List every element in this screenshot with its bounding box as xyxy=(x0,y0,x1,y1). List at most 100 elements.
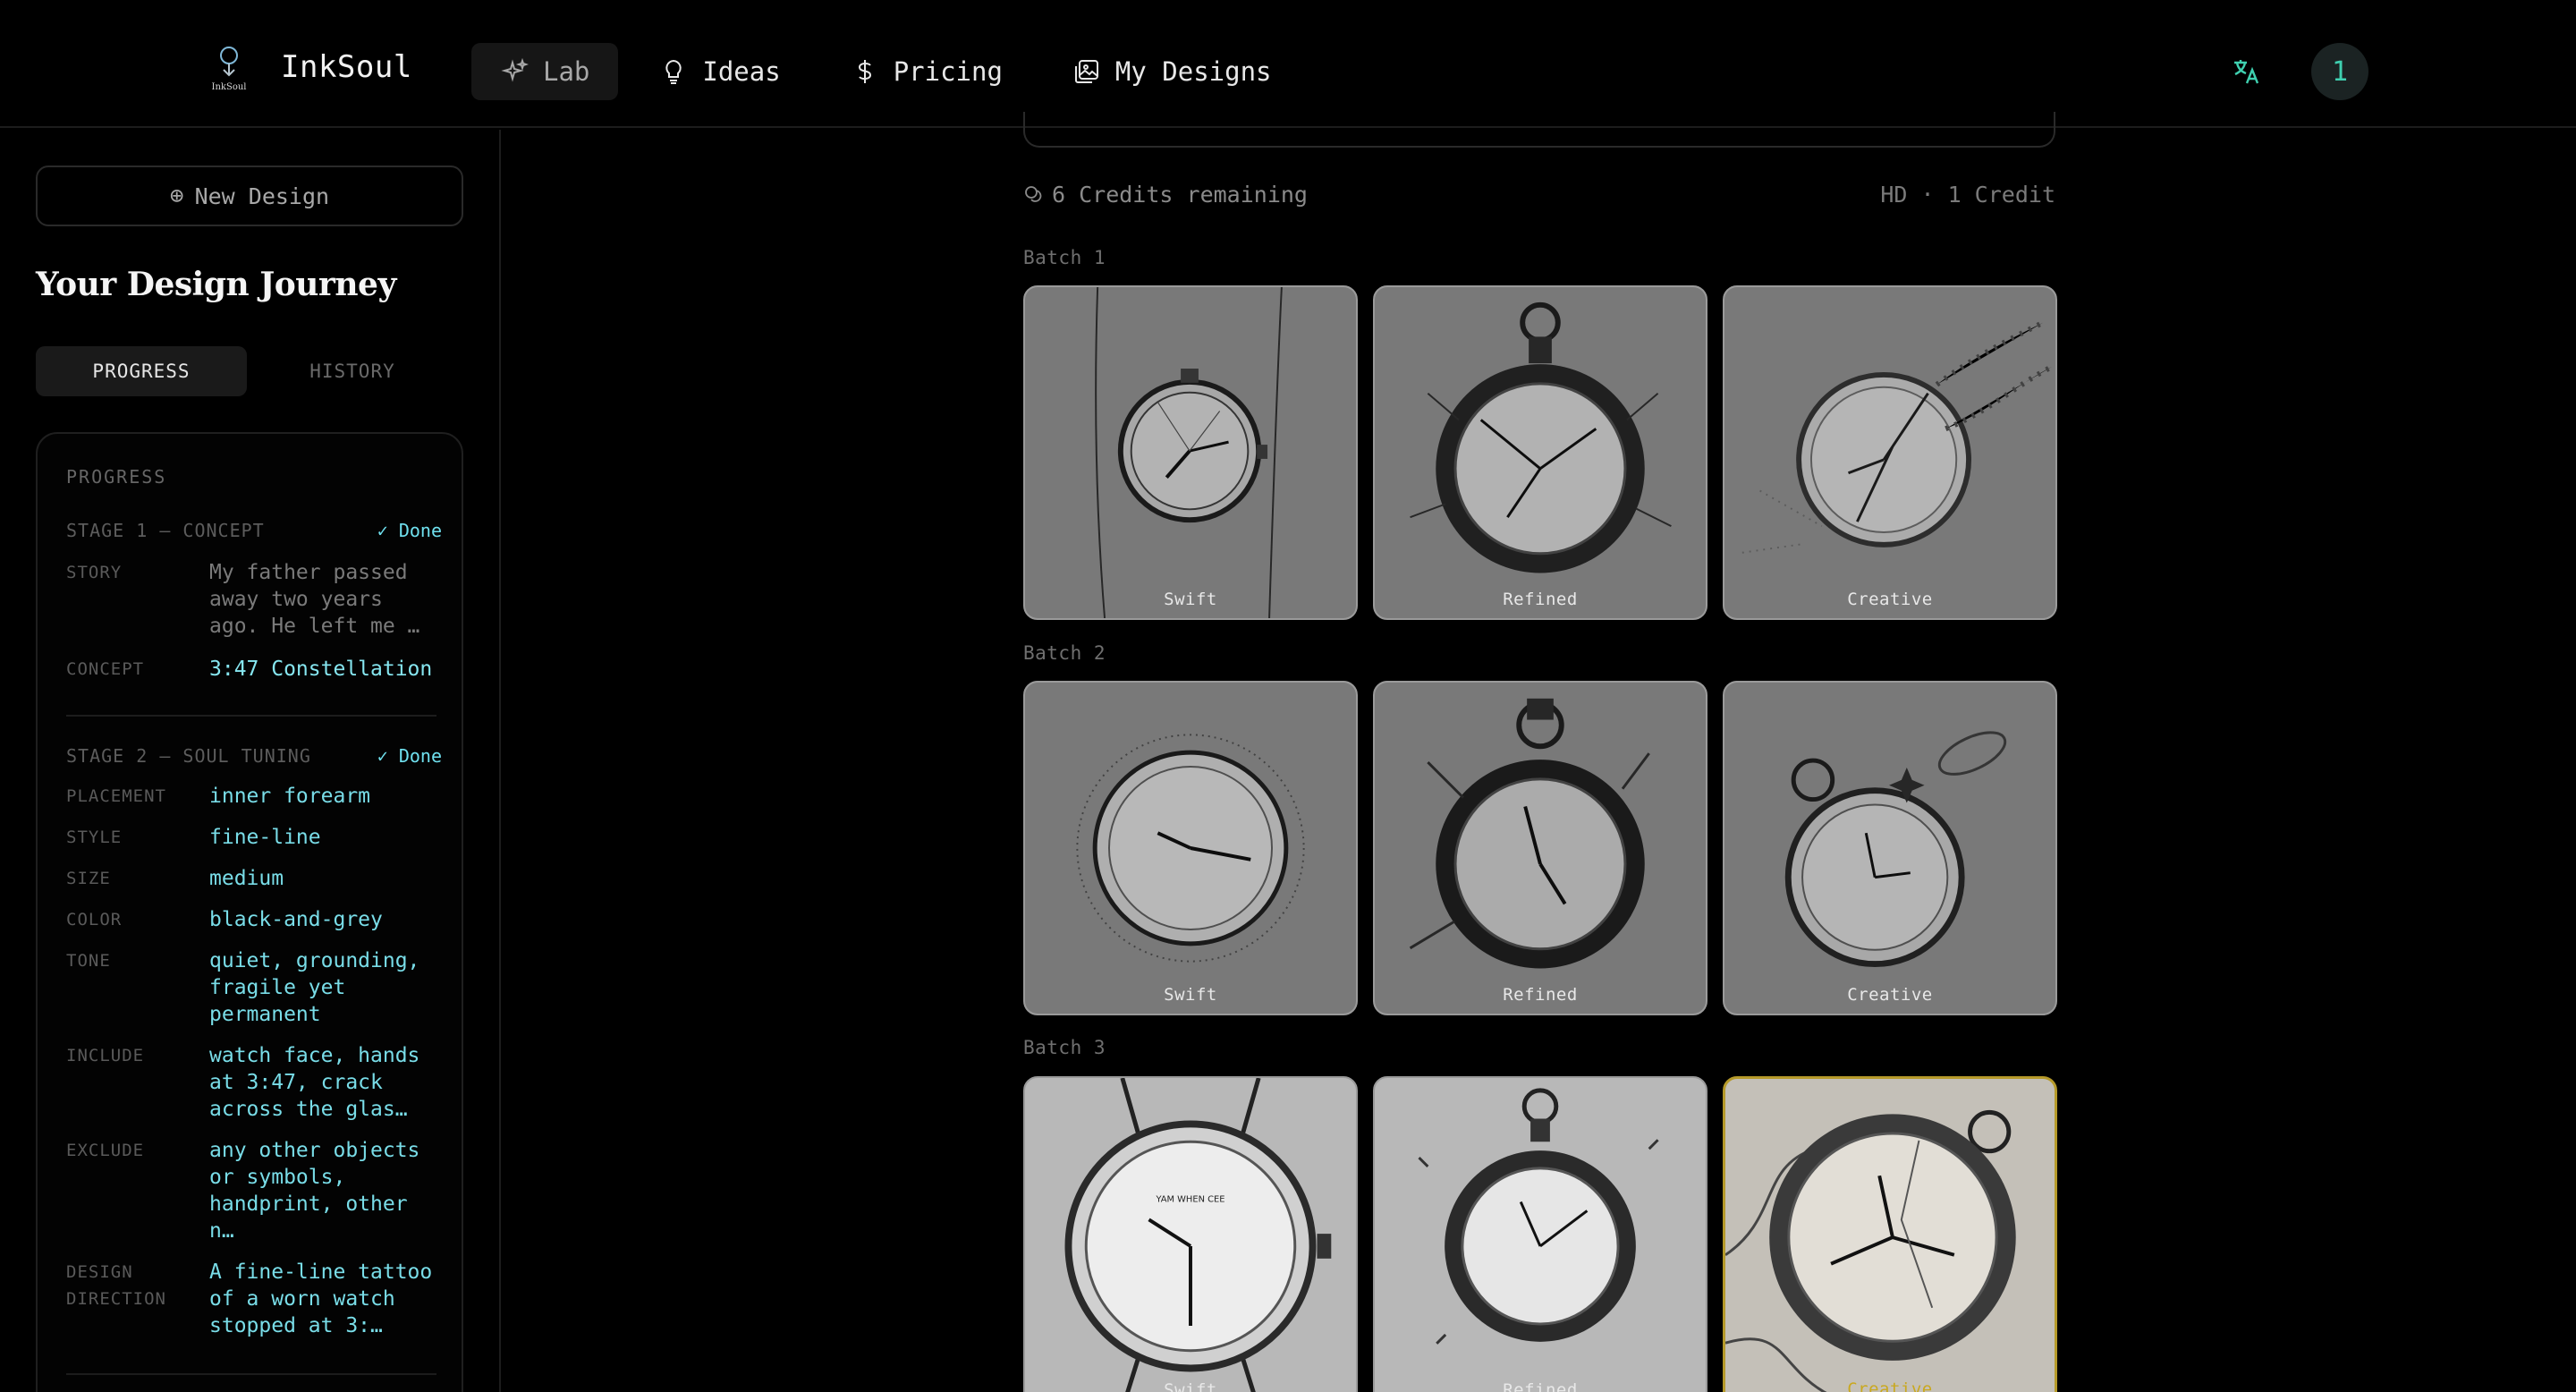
pocket-watch-art xyxy=(1418,1088,1659,1345)
batch-grid: YAM WHEN CEE Swift Refined Creative xyxy=(1023,1076,2057,1392)
field-key: DESIGN DIRECTION xyxy=(66,1262,166,1309)
wristwatch-art: YAM WHEN CEE xyxy=(1064,1078,1332,1392)
batch-label: Batch 1 xyxy=(1023,247,1106,268)
story-row: STORY My father passed away two years ag… xyxy=(66,559,442,640)
field-value: any other objects or symbols, handprint,… xyxy=(209,1139,420,1243)
field-value: A fine-line tattoo of a worn watch stopp… xyxy=(209,1260,433,1337)
prompt-box[interactable] xyxy=(1023,112,2055,148)
new-design-button[interactable]: ⊕ New Design xyxy=(36,166,463,226)
dollar-icon xyxy=(851,57,879,86)
stage-2-status: ✓ Done xyxy=(377,745,442,767)
nav-pricing-label: Pricing xyxy=(893,56,1003,87)
journey-tabs: PROGRESS HISTORY xyxy=(36,346,463,396)
design-thumbnail[interactable]: Creative xyxy=(1723,681,2057,1015)
field-row: INCLUDE watch face, hands at 3:47, crack… xyxy=(66,1042,442,1123)
nav-ideas[interactable]: Ideas xyxy=(631,43,809,100)
translate-icon[interactable] xyxy=(2231,55,2263,88)
design-thumbnail[interactable]: Swift xyxy=(1023,285,1358,620)
concept-key: CONCEPT xyxy=(66,659,145,679)
batch-grid: Swift Refined Creative xyxy=(1023,285,2057,620)
field-value: inner forearm xyxy=(209,785,371,808)
field-row: DESIGN DIRECTION A fine-line tattoo of a… xyxy=(66,1259,442,1339)
variant-caption: Refined xyxy=(1503,590,1578,609)
pocket-watch-smoke-art xyxy=(1725,1109,2016,1392)
thumbnail-overlay xyxy=(1724,683,2055,1014)
design-thumbnail[interactable]: Creative xyxy=(1723,285,2057,620)
credits-text: 6 Credits remaining xyxy=(1052,182,1308,208)
stage-2-header: STAGE 2 — SOUL TUNING ✓ Done xyxy=(66,745,442,767)
design-lab-main: 6 Credits remaining HD · 1 Credit Batch … xyxy=(503,112,2576,1392)
design-thumbnail[interactable]: Refined xyxy=(1373,285,1707,620)
field-row: SIZE medium xyxy=(66,865,442,892)
story-value: My father passed away two years ago. He … xyxy=(209,561,420,638)
nav-my-designs[interactable]: My Designs xyxy=(1044,43,1301,100)
variant-caption: Swift xyxy=(1164,1380,1217,1392)
field-row: EXCLUDE any other objects or symbols, ha… xyxy=(66,1137,442,1244)
concept-value: 3:47 Constellation xyxy=(209,658,433,681)
field-key: PLACEMENT xyxy=(66,786,166,806)
thumbnail-overlay xyxy=(1375,683,1706,1014)
field-row: TONE quiet, grounding, fragile yet perma… xyxy=(66,947,442,1028)
user-avatar[interactable]: 1 xyxy=(2311,43,2368,100)
variant-caption: Refined xyxy=(1503,1380,1578,1392)
field-value: black-and-grey xyxy=(209,908,383,931)
batch-label: Batch 3 xyxy=(1023,1037,1106,1058)
variant-caption: Creative xyxy=(1847,1379,1933,1392)
lightbulb-icon xyxy=(659,57,688,86)
stage-divider xyxy=(66,715,436,717)
stage-1-status: ✓ Done xyxy=(377,520,442,541)
plus-circle-icon: ⊕ xyxy=(169,182,184,209)
field-value: fine-line xyxy=(209,826,321,849)
field-row: STYLE fine-line xyxy=(66,824,442,851)
nav-my-designs-label: My Designs xyxy=(1114,56,1272,87)
field-value: quiet, grounding, fragile yet permanent xyxy=(209,949,420,1026)
variant-caption: Swift xyxy=(1164,590,1217,609)
thumbnail-overlay xyxy=(1375,287,1706,618)
nav-pricing[interactable]: Pricing xyxy=(822,43,1031,100)
thumbnail-overlay xyxy=(1724,287,2055,618)
thumbnail-overlay xyxy=(1025,683,1356,1014)
journey-title: Your Design Journey xyxy=(36,266,396,303)
thumbnail-overlay xyxy=(1025,287,1356,618)
design-thumbnail-selected[interactable]: Creative xyxy=(1723,1076,2057,1392)
batch-label: Batch 2 xyxy=(1023,642,1106,664)
sidebar: ⊕ New Design Your Design Journey PROGRES… xyxy=(0,130,501,1392)
field-key: SIZE xyxy=(66,869,111,888)
new-design-label: New Design xyxy=(194,182,330,209)
main-nav: Lab Ideas Pricing My Designs xyxy=(471,43,1313,100)
brand[interactable]: InkSoul InkSoul xyxy=(204,39,412,95)
design-thumbnail[interactable]: Refined xyxy=(1373,681,1707,1015)
field-key: STYLE xyxy=(66,828,123,847)
images-icon xyxy=(1072,57,1101,86)
progress-card-label: PROGRESS xyxy=(66,466,167,488)
variant-caption: Creative xyxy=(1847,985,1933,1005)
inksoul-logo: InkSoul xyxy=(204,39,254,95)
field-row: COLOR black-and-grey xyxy=(66,906,442,933)
field-key: COLOR xyxy=(66,910,123,929)
field-row: PLACEMENT inner forearm xyxy=(66,783,442,810)
design-thumbnail[interactable]: Swift xyxy=(1023,681,1358,1015)
sparkles-icon xyxy=(500,57,529,86)
variant-caption: Swift xyxy=(1164,985,1217,1005)
design-thumbnail[interactable]: YAM WHEN CEE Swift xyxy=(1023,1076,1358,1392)
tab-progress[interactable]: PROGRESS xyxy=(36,346,247,396)
quality-cost: HD · 1 Credit xyxy=(1880,182,2055,208)
nav-lab-label: Lab xyxy=(543,56,590,87)
field-key: TONE xyxy=(66,951,111,971)
stage-2-name: STAGE 2 — SOUL TUNING xyxy=(66,745,311,767)
watch-brand-text: YAM WHEN CEE xyxy=(1155,1195,1224,1205)
top-navbar: InkSoul InkSoul Lab Ideas Pricing My Des… xyxy=(0,0,2576,128)
design-thumbnail[interactable]: Refined xyxy=(1373,1076,1707,1392)
field-value: watch face, hands at 3:47, crack across … xyxy=(209,1044,420,1121)
coins-icon xyxy=(1025,185,1042,202)
nav-lab[interactable]: Lab xyxy=(471,43,619,100)
brand-name: InkSoul xyxy=(281,49,412,85)
nav-ideas-label: Ideas xyxy=(702,56,781,87)
field-key: EXCLUDE xyxy=(66,1141,145,1160)
progress-card: PROGRESS STAGE 1 — CONCEPT ✓ Done STORY … xyxy=(36,432,463,1392)
stage-divider xyxy=(66,1373,436,1375)
batch-grid: Swift Refined Creative xyxy=(1023,681,2057,1015)
variant-caption: Refined xyxy=(1503,985,1578,1005)
tab-history[interactable]: HISTORY xyxy=(247,346,458,396)
stage-1-name: STAGE 1 — CONCEPT xyxy=(66,520,265,541)
